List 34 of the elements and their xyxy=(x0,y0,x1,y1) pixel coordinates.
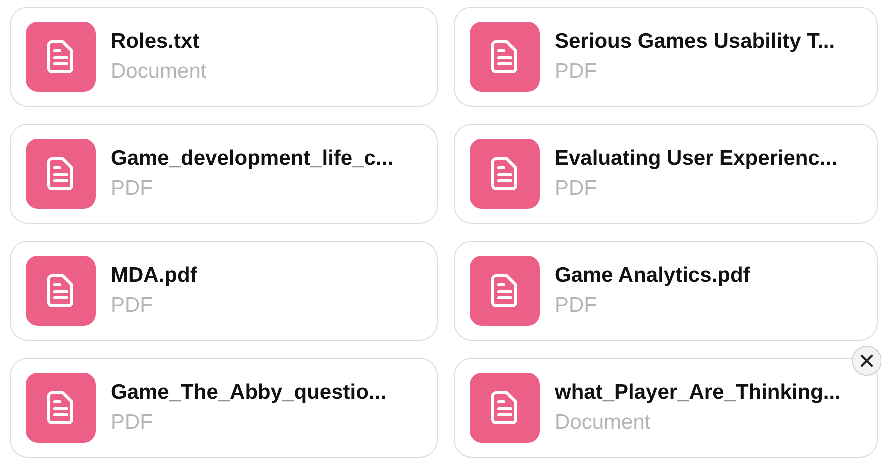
file-card[interactable]: Game Analytics.pdf PDF xyxy=(454,241,878,341)
file-card[interactable]: MDA.pdf PDF xyxy=(10,241,438,341)
file-type: PDF xyxy=(111,176,154,202)
file-name: what_Player_Are_Thinking... xyxy=(555,380,841,406)
file-card[interactable]: Game_development_life_c... PDF xyxy=(10,124,438,224)
document-icon xyxy=(26,139,96,209)
file-name: Serious Games Usability T... xyxy=(555,28,836,55)
file-name: Roles.txt xyxy=(111,28,201,55)
document-icon xyxy=(26,256,96,326)
file-card[interactable]: Game_The_Abby_questio... PDF xyxy=(10,358,438,458)
file-name: MDA.pdf xyxy=(111,262,198,289)
file-name: Game Analytics.pdf xyxy=(555,262,750,289)
file-name: Evaluating User Experienc... xyxy=(555,146,838,172)
document-icon xyxy=(470,373,540,443)
document-icon xyxy=(26,373,96,443)
file-card[interactable]: Serious Games Usability T... PDF xyxy=(454,7,878,107)
file-name: Game_development_life_c... xyxy=(111,146,394,172)
file-card[interactable]: what_Player_Are_Thinking... Document xyxy=(454,358,878,458)
file-card[interactable]: Evaluating User Experienc... PDF xyxy=(454,124,878,224)
file-type: PDF xyxy=(111,293,154,319)
file-type: PDF xyxy=(555,176,598,202)
file-type: Document xyxy=(111,59,207,85)
file-type: Document xyxy=(555,410,652,436)
file-type: PDF xyxy=(111,410,154,436)
file-type: PDF xyxy=(555,293,598,319)
close-icon xyxy=(860,354,874,368)
document-icon xyxy=(470,139,540,209)
document-icon xyxy=(470,22,540,92)
document-icon xyxy=(470,256,540,326)
file-name: Game_The_Abby_questio... xyxy=(111,380,386,406)
document-icon xyxy=(26,22,96,92)
close-button[interactable] xyxy=(852,346,881,376)
file-type: PDF xyxy=(555,59,598,85)
file-card[interactable]: Roles.txt Document xyxy=(10,7,438,107)
